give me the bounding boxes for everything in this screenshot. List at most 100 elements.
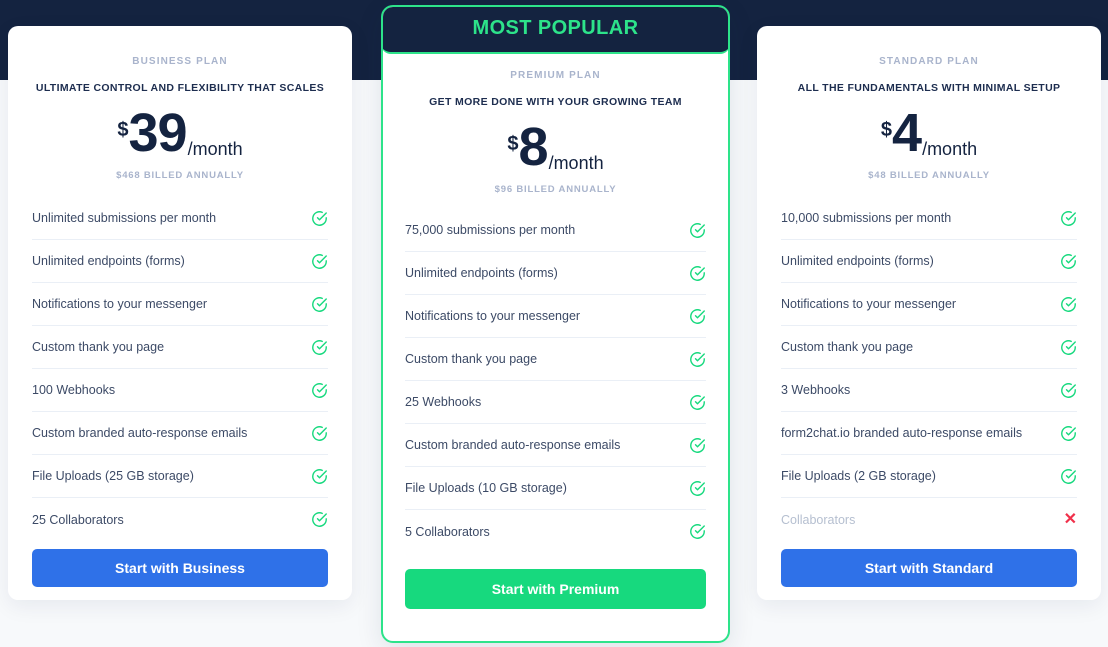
check-circle-icon bbox=[1060, 468, 1077, 485]
feature-row: File Uploads (25 GB storage) bbox=[32, 455, 328, 498]
check-circle-icon bbox=[311, 253, 328, 270]
feature-row: File Uploads (2 GB storage) bbox=[781, 455, 1077, 498]
feature-row: 25 Webhooks bbox=[405, 381, 706, 424]
check-circle-icon bbox=[311, 339, 328, 356]
feature-row: Custom branded auto-response emails bbox=[32, 412, 328, 455]
check-circle-icon bbox=[689, 222, 706, 239]
check-circle-icon bbox=[1060, 210, 1077, 227]
feature-label: Unlimited endpoints (forms) bbox=[781, 254, 934, 268]
plan-name-business: BUSINESS PLAN bbox=[132, 56, 228, 67]
feature-row: 75,000 submissions per month bbox=[405, 209, 706, 252]
plan-tagline-business: ULTIMATE CONTROL AND FLEXIBILITY THAT SC… bbox=[35, 82, 325, 94]
feature-label: 5 Collaborators bbox=[405, 524, 490, 539]
price-currency-premium: $ bbox=[507, 133, 519, 155]
feature-label: 100 Webhooks bbox=[32, 383, 116, 397]
feature-row: Collaborators ✕ bbox=[781, 498, 1077, 541]
feature-row: 10,000 submissions per month bbox=[781, 197, 1077, 240]
price-row-business: $ 39 /month bbox=[8, 106, 352, 160]
feature-label: Unlimited endpoints (forms) bbox=[405, 266, 558, 280]
plan-name-standard: STANDARD PLAN bbox=[879, 56, 979, 67]
price-amount-premium: 8 bbox=[518, 117, 549, 177]
price-amount-standard: 4 bbox=[892, 103, 922, 163]
cta-wrap-business: Start with Business bbox=[8, 541, 352, 587]
feature-label: 3 Webhooks bbox=[781, 383, 851, 397]
price-period-standard: /month bbox=[922, 139, 978, 159]
cta-wrap-standard: Start with Standard bbox=[757, 541, 1101, 587]
check-circle-icon bbox=[689, 308, 706, 325]
feature-row: Custom thank you page bbox=[32, 326, 328, 369]
feature-row: 100 Webhooks bbox=[32, 369, 328, 412]
check-circle-icon bbox=[311, 296, 328, 313]
pricing-card-premium: MOST POPULAR PREMIUM PLAN GET MORE DONE … bbox=[381, 5, 730, 643]
price-amount-business: 39 bbox=[128, 103, 188, 163]
feature-label: Custom branded auto-response emails bbox=[405, 438, 621, 452]
feature-row: File Uploads (10 GB storage) bbox=[405, 467, 706, 510]
feature-label: Custom thank you page bbox=[781, 340, 914, 354]
check-circle-icon bbox=[311, 382, 328, 399]
feature-row: 25 Collaborators bbox=[32, 498, 328, 541]
feature-row: form2chat.io branded auto-response email… bbox=[781, 412, 1077, 455]
billed-annually-standard: $48 BILLED ANNUALLY bbox=[868, 170, 990, 181]
price-period-premium: /month bbox=[548, 153, 604, 173]
feature-label: Unlimited endpoints (forms) bbox=[32, 254, 185, 268]
start-with-premium-button[interactable]: Start with Premium bbox=[405, 569, 706, 609]
check-circle-icon bbox=[689, 480, 706, 497]
plan-tagline-standard: ALL THE FUNDAMENTALS WITH MINIMAL SETUP bbox=[797, 82, 1061, 94]
pricing-card-business: BUSINESS PLAN ULTIMATE CONTROL AND FLEXI… bbox=[8, 26, 352, 600]
check-circle-icon bbox=[1060, 253, 1077, 270]
plan-tagline-premium: GET MORE DONE WITH YOUR GROWING TEAM bbox=[429, 96, 682, 108]
check-circle-icon bbox=[311, 511, 328, 528]
start-with-standard-button[interactable]: Start with Standard bbox=[781, 549, 1077, 587]
check-circle-icon bbox=[311, 468, 328, 485]
most-popular-ribbon: MOST POPULAR bbox=[383, 7, 728, 54]
feature-label: Unlimited submissions per month bbox=[32, 211, 217, 225]
check-circle-icon bbox=[1060, 339, 1077, 356]
feature-label: File Uploads (10 GB storage) bbox=[405, 481, 567, 495]
feature-row: 5 Collaborators bbox=[405, 510, 706, 553]
feature-label: Custom branded auto-response emails bbox=[32, 426, 248, 440]
price-row-standard: $ 4 /month bbox=[757, 106, 1101, 160]
feature-label: Collaborators bbox=[781, 512, 856, 527]
feature-row: 3 Webhooks bbox=[781, 369, 1077, 412]
check-circle-icon bbox=[689, 265, 706, 282]
feature-row: Notifications to your messenger bbox=[781, 283, 1077, 326]
check-circle-icon bbox=[1060, 382, 1077, 399]
feature-label: File Uploads (25 GB storage) bbox=[32, 469, 194, 483]
most-popular-label: MOST POPULAR bbox=[472, 17, 639, 39]
feature-label: 25 Webhooks bbox=[405, 395, 482, 409]
feature-row: Custom thank you page bbox=[405, 338, 706, 381]
check-circle-icon bbox=[689, 394, 706, 411]
billed-annually-business: $468 BILLED ANNUALLY bbox=[116, 170, 244, 181]
feature-label: 10,000 submissions per month bbox=[781, 211, 952, 225]
cta-wrap-premium: Start with Premium bbox=[383, 553, 728, 609]
pricing-card-standard: STANDARD PLAN ALL THE FUNDAMENTALS WITH … bbox=[757, 26, 1101, 600]
feature-label: 25 Collaborators bbox=[32, 512, 124, 527]
check-circle-icon bbox=[311, 425, 328, 442]
feature-row: Unlimited endpoints (forms) bbox=[32, 240, 328, 283]
check-circle-icon bbox=[689, 523, 706, 540]
billed-annually-premium: $96 BILLED ANNUALLY bbox=[494, 184, 617, 195]
check-circle-icon bbox=[1060, 296, 1077, 313]
check-circle-icon bbox=[1060, 425, 1077, 442]
feature-label: Notifications to your messenger bbox=[405, 309, 581, 323]
feature-row: Notifications to your messenger bbox=[405, 295, 706, 338]
check-circle-icon bbox=[689, 351, 706, 368]
price-currency-business: $ bbox=[117, 119, 129, 141]
feature-list-business: Unlimited submissions per month Unlimited… bbox=[8, 197, 352, 541]
feature-row: Custom thank you page bbox=[781, 326, 1077, 369]
price-period-business: /month bbox=[187, 139, 243, 159]
check-circle-icon bbox=[689, 437, 706, 454]
card-header-standard: STANDARD PLAN ALL THE FUNDAMENTALS WITH … bbox=[757, 26, 1101, 181]
feature-row: Unlimited submissions per month bbox=[32, 197, 328, 240]
price-currency-standard: $ bbox=[880, 119, 893, 141]
feature-list-premium: 75,000 submissions per month Unlimited en… bbox=[383, 209, 728, 553]
card-header-business: BUSINESS PLAN ULTIMATE CONTROL AND FLEXI… bbox=[8, 26, 352, 181]
start-with-business-button[interactable]: Start with Business bbox=[32, 549, 328, 587]
pricing-card-deck: BUSINESS PLAN ULTIMATE CONTROL AND FLEXI… bbox=[0, 0, 1108, 647]
price-row-premium: $ 8 /month bbox=[383, 120, 728, 174]
feature-label: Custom thank you page bbox=[405, 352, 538, 366]
close-x-icon: ✕ bbox=[1063, 510, 1077, 528]
feature-label: Custom thank you page bbox=[32, 340, 165, 354]
feature-row: Notifications to your messenger bbox=[32, 283, 328, 326]
check-circle-icon bbox=[311, 210, 328, 227]
